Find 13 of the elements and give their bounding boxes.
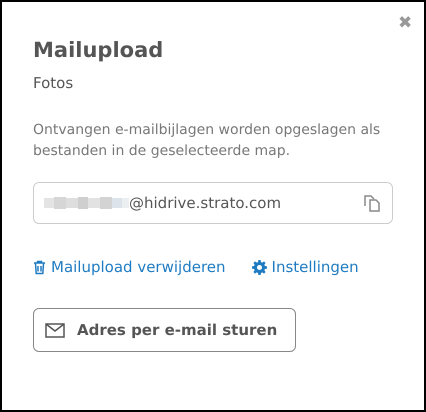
close-button[interactable]: ✖ bbox=[398, 12, 412, 33]
address-field[interactable]: @hidrive.strato.com bbox=[33, 182, 393, 224]
delete-link[interactable]: Mailupload verwijderen bbox=[33, 258, 226, 276]
settings-link[interactable]: Instellingen bbox=[252, 258, 359, 276]
copy-icon[interactable] bbox=[362, 193, 382, 213]
trash-icon bbox=[33, 260, 46, 274]
address-value: @hidrive.strato.com bbox=[129, 194, 282, 212]
settings-icon bbox=[252, 260, 267, 274]
dialog-title: Mailupload bbox=[33, 38, 164, 62]
envelope-icon bbox=[45, 322, 65, 338]
description-text: Ontvangen e-mailbijlagen worden opgeslagen als bestanden in de geselecteerde map. bbox=[33, 121, 382, 161]
folder-name: Fotos bbox=[33, 74, 74, 92]
send-address-button[interactable]: Adres per e-mail sturen bbox=[33, 308, 296, 352]
